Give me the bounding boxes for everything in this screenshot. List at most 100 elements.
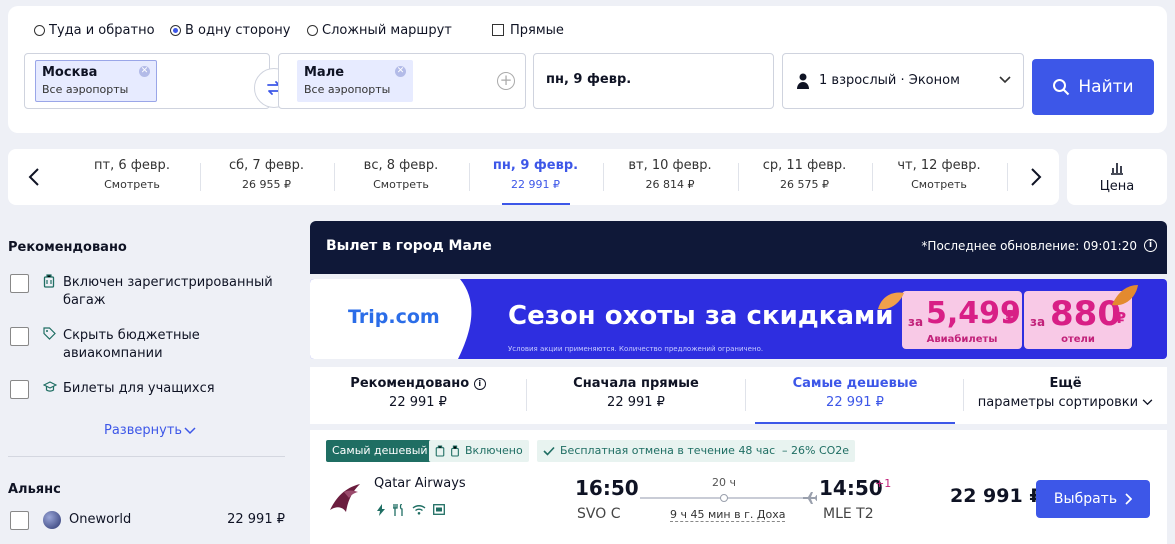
amenities [376, 504, 445, 516]
destination-chip: Мале Все аэропорты ✕ [297, 60, 413, 102]
checkbox-icon [492, 24, 504, 36]
tag-cheapest: Самый дешевый [326, 440, 434, 462]
layover-info[interactable]: 9 ч 45 мин в г. Доха [670, 508, 786, 522]
divider [745, 379, 746, 411]
bar-chart-icon [1111, 162, 1123, 175]
radio-icon [34, 24, 45, 36]
checkbox[interactable] [10, 327, 29, 346]
chevron-left-icon[interactable] [28, 167, 40, 187]
divider [468, 163, 470, 191]
chevron-down-icon [184, 426, 196, 434]
divider [1006, 163, 1008, 191]
destination-header: Вылет в город Мале *Последнее обновление… [310, 221, 1167, 274]
date-label: сб, 7 февр. [229, 158, 304, 173]
date-option[interactable]: вс, 8 февр. Смотреть [334, 149, 468, 205]
direct-only-checkbox[interactable]: Прямые [492, 20, 564, 40]
chevron-down-icon [1142, 399, 1153, 406]
coupon-flights: за 5,499 ₽ Авиабилеты [902, 291, 1022, 349]
passengers-field[interactable]: 1 взрослый · Эконом [782, 53, 1024, 109]
alliance-heading: Альянс [8, 482, 61, 497]
stop-dot [720, 494, 728, 502]
divider [8, 456, 285, 457]
tag-icon [43, 327, 57, 345]
meal-icon [393, 504, 403, 516]
date-label: чт, 12 февр. [897, 158, 981, 173]
date-price: Смотреть [104, 178, 160, 191]
qatar-airways-logo [330, 484, 360, 512]
add-destination-icon[interactable]: + [497, 72, 515, 90]
date-price: 26 814 ₽ [645, 178, 695, 191]
check-icon [543, 446, 555, 456]
clear-destination-icon[interactable]: ✕ [395, 66, 406, 77]
sort-recommended[interactable]: Рекомендовано i 22 991 ₽ [310, 367, 526, 424]
date-price: Смотреть [373, 178, 429, 191]
sort-more[interactable]: Ещё параметры сортировки [964, 367, 1167, 424]
date-strip: пт, 6 февр. Смотреть сб, 7 февр. 26 955 ₽ вс… [8, 149, 1059, 205]
date-label: ср, 11 февр. [762, 158, 847, 173]
tag-baggage-included: Включено [429, 440, 529, 462]
date-price: 26 575 ₽ [780, 178, 829, 191]
date-price: 22 991 ₽ [511, 178, 560, 191]
checkbox[interactable] [10, 274, 29, 293]
origin-field[interactable]: Москва Все аэропорты ✕ [24, 53, 270, 109]
date-field[interactable]: пн, 9 февр. [533, 53, 774, 109]
carry-on-icon [451, 445, 459, 457]
filter-student[interactable]: Билеты для учащихся [10, 380, 280, 399]
flight-card[interactable]: Самый дешевый Включено Бесплатная отмена… [310, 430, 1167, 544]
destination-field[interactable]: Мале Все аэропорты ✕ + [278, 53, 526, 109]
radio-icon [307, 24, 318, 36]
date-price: 26 955 ₽ [242, 178, 291, 191]
info-icon[interactable]: i [1144, 239, 1157, 252]
expand-filters-link[interactable]: Развернуть [104, 423, 196, 438]
date-option[interactable]: вт, 10 февр. 26 814 ₽ [603, 149, 737, 205]
leaf-decoration-icon [1112, 285, 1138, 306]
date-option[interactable]: пт, 6 февр. Смотреть [65, 149, 199, 205]
date-option[interactable]: ср, 11 февр. 26 575 ₽ [738, 149, 872, 205]
entertainment-icon [433, 504, 445, 515]
baggage-icon [435, 445, 445, 457]
filter-budget-airlines[interactable]: Скрыть бюджетные авиакомпании [10, 327, 280, 363]
date-label: пн, 9 февр. [492, 158, 579, 173]
baggage-icon [43, 274, 57, 293]
chevron-right-icon [1125, 493, 1133, 505]
power-icon [377, 504, 385, 516]
promo-banner[interactable]: Trip.com Сезон охоты за скидками Условия… [310, 279, 1167, 359]
tag-co2: – 26% CO2e [776, 440, 856, 462]
filter-baggage[interactable]: Включен зарегистрированный багаж [10, 274, 280, 310]
sort-bar: Рекомендовано i 22 991 ₽ Сначала прямые … [310, 367, 1167, 424]
recommended-heading: Рекомендовано [8, 240, 127, 255]
sort-cheapest[interactable]: Самые дешевые 22 991 ₽ [755, 367, 955, 424]
radio-selected-icon [170, 24, 181, 36]
checkbox[interactable] [10, 511, 29, 530]
date-label: вс, 8 февр. [363, 158, 439, 173]
date-option[interactable]: чт, 12 февр. Смотреть [872, 149, 1006, 205]
chevron-right-icon[interactable] [1030, 167, 1042, 187]
clear-origin-icon[interactable]: ✕ [139, 66, 150, 77]
sort-direct-first[interactable]: Сначала прямые 22 991 ₽ [527, 367, 745, 424]
divider [737, 163, 739, 191]
graduation-cap-icon [42, 380, 58, 398]
trip-com-logo: Trip.com [348, 306, 440, 328]
find-button[interactable]: Найти [1032, 59, 1154, 115]
checkbox[interactable] [10, 380, 29, 399]
search-icon [1053, 79, 1070, 96]
select-flight-button[interactable]: Выбрать [1036, 480, 1150, 518]
trip-type-multicity[interactable]: Сложный маршрут [307, 20, 452, 40]
price-graph-button[interactable]: Цена [1067, 149, 1167, 205]
trip-type-oneway[interactable]: В одну сторону [170, 20, 290, 40]
leaf-decoration-icon [878, 292, 904, 310]
divider [199, 163, 201, 191]
chevron-down-icon [999, 76, 1011, 84]
info-icon[interactable]: i [473, 378, 486, 390]
divider [334, 163, 335, 191]
person-icon [797, 73, 809, 89]
date-option[interactable]: пн, 9 февр. 22 991 ₽ [469, 149, 603, 205]
filter-oneworld[interactable]: Oneworld 22 991 ₽ [10, 511, 285, 530]
date-option[interactable]: сб, 7 февр. 26 955 ₽ [200, 149, 334, 205]
divider [872, 163, 873, 191]
date-label: вт, 10 февр. [628, 158, 712, 173]
date-label: пт, 6 февр. [94, 158, 170, 173]
date-price: Смотреть [911, 178, 967, 191]
tag-free-cancellation: Бесплатная отмена в течение 48 часов [537, 440, 795, 462]
trip-type-roundtrip[interactable]: Туда и обратно [34, 20, 155, 40]
